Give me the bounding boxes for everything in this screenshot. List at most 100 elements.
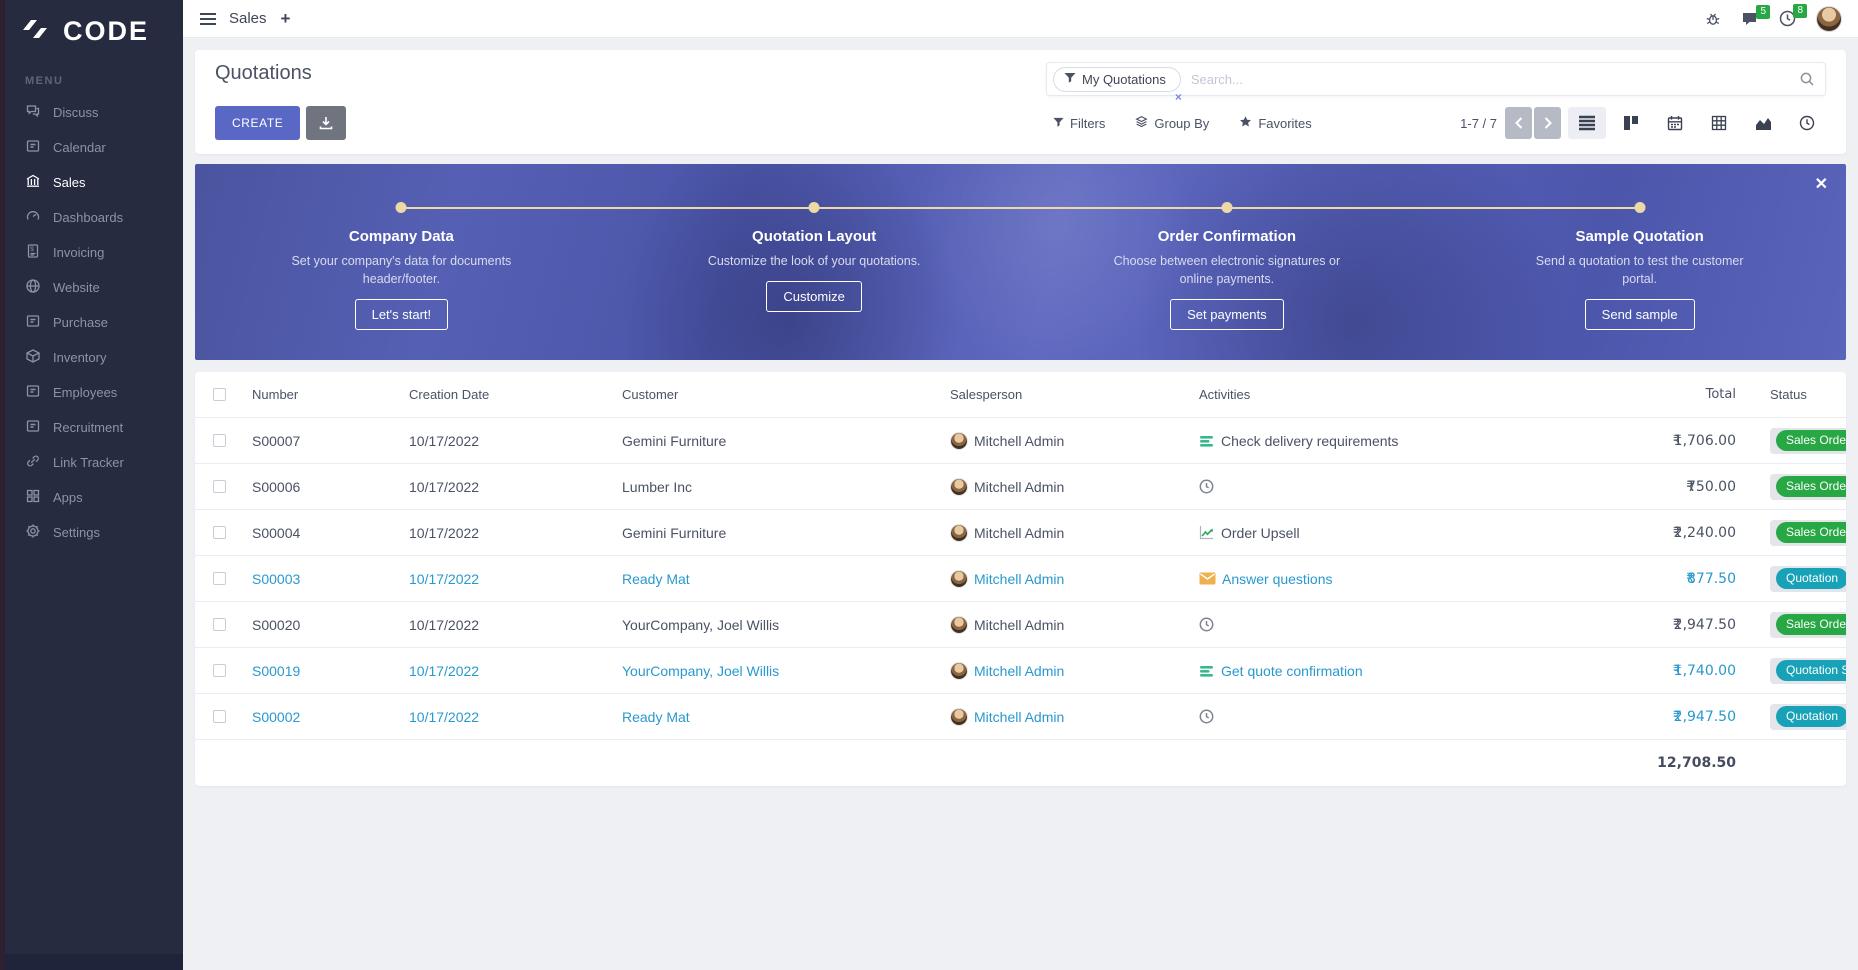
favorites-button[interactable]: Favorites: [1239, 115, 1311, 131]
activity-cell[interactable]: Order Upsell: [1190, 525, 1566, 541]
sidebar-item-settings[interactable]: Settings: [5, 515, 183, 550]
column-header-status[interactable]: Status: [1740, 387, 1846, 402]
logo-icon: [21, 17, 55, 46]
customer-name: Ready Mat: [613, 571, 941, 587]
employees-icon: [25, 383, 41, 402]
sidebar-item-sales[interactable]: Sales: [5, 165, 183, 200]
menu-label: MENU: [5, 61, 183, 95]
facet-remove-icon[interactable]: ×: [1175, 90, 1182, 104]
column-header-total[interactable]: Total: [1566, 387, 1740, 402]
table-row[interactable]: S00003 10/17/2022 Ready Mat Mitchell Adm…: [195, 556, 1846, 602]
table-row[interactable]: S00004 10/17/2022 Gemini Furniture Mitch…: [195, 510, 1846, 556]
group-by-button[interactable]: Group By: [1135, 115, 1209, 131]
row-checkbox[interactable]: [213, 480, 226, 493]
total-amount: ₹2,947.50: [1566, 709, 1740, 725]
set-payments-button[interactable]: Set payments: [1170, 299, 1284, 330]
main-area: Sales + 5 8 Quotations My Quotations ×: [183, 0, 1858, 970]
search-options: Filters Group By Favorites: [1053, 115, 1312, 131]
sidebar-item-employees[interactable]: Employees: [5, 375, 183, 410]
kanban-view-button[interactable]: [1612, 107, 1650, 139]
send-sample-button[interactable]: Send sample: [1585, 299, 1695, 330]
pivot-view-button[interactable]: [1700, 107, 1738, 139]
sidebar-item-calendar[interactable]: Calendar: [5, 130, 183, 165]
activity-cell[interactable]: Check delivery requirements: [1190, 433, 1566, 449]
table-row[interactable]: S00019 10/17/2022 YourCompany, Joel Will…: [195, 648, 1846, 694]
search-icon[interactable]: [1799, 71, 1815, 92]
pager-next-button[interactable]: [1534, 107, 1561, 139]
export-download-button[interactable]: [306, 106, 346, 140]
list-view-button[interactable]: [1568, 107, 1606, 139]
select-all-checkbox[interactable]: [213, 388, 226, 401]
row-checkbox[interactable]: [213, 526, 226, 539]
sidebar-item-purchase[interactable]: Purchase: [5, 305, 183, 340]
sidebar-item-recruitment[interactable]: Recruitment: [5, 410, 183, 445]
customer-name: Gemini Furniture: [613, 525, 941, 541]
sidebar-item-label: Link Tracker: [53, 455, 124, 470]
status-badge: Quotation Sent: [1770, 658, 1846, 684]
row-checkbox[interactable]: [213, 710, 226, 723]
sidebar-item-invoicing[interactable]: $ Invoicing: [5, 235, 183, 270]
row-checkbox[interactable]: [213, 434, 226, 447]
svg-text:$: $: [30, 246, 34, 253]
row-checkbox[interactable]: [213, 572, 226, 585]
activity-cell[interactable]: [1190, 617, 1566, 632]
messages-icon[interactable]: 5: [1741, 11, 1759, 27]
debug-bug-icon[interactable]: [1705, 11, 1721, 27]
sidebar-item-inventory[interactable]: Inventory: [5, 340, 183, 375]
table-row[interactable]: S00006 10/17/2022 Lumber Inc Mitchell Ad…: [195, 464, 1846, 510]
salesperson-avatar: [950, 524, 968, 542]
sidebar-item-website[interactable]: Website: [5, 270, 183, 305]
column-header-activities[interactable]: Activities: [1190, 387, 1566, 402]
search-bar[interactable]: My Quotations × Search...: [1046, 62, 1826, 96]
status-badge: Sales Order: [1770, 520, 1846, 546]
settings-icon: [25, 523, 41, 542]
activity-cell[interactable]: [1190, 709, 1566, 724]
table-row[interactable]: S00020 10/17/2022 YourCompany, Joel Will…: [195, 602, 1846, 648]
sidebar-item-label: Employees: [53, 385, 117, 400]
salesperson-name: Mitchell Admin: [974, 617, 1064, 633]
column-header-number[interactable]: Number: [243, 387, 400, 402]
table-header-row: Number Creation Date Customer Salesperso…: [195, 372, 1846, 418]
search-facet[interactable]: My Quotations ×: [1053, 67, 1181, 92]
sidebar-item-discuss[interactable]: Discuss: [5, 95, 183, 130]
user-avatar[interactable]: [1816, 6, 1842, 32]
onboarding-step-company-data: Company Data Set your company's data for…: [195, 164, 608, 360]
total-amount: ₹2,240.00: [1566, 525, 1740, 541]
graph-view-button[interactable]: [1744, 107, 1782, 139]
table-row[interactable]: S00007 10/17/2022 Gemini Furniture Mitch…: [195, 418, 1846, 464]
search-input[interactable]: Search...: [1191, 72, 1791, 87]
hamburger-menu-icon[interactable]: [199, 12, 217, 26]
activity-clock-icon: [1199, 479, 1214, 494]
app-name[interactable]: Sales: [229, 10, 267, 27]
quotation-number: S00019: [243, 663, 400, 679]
column-header-customer[interactable]: Customer: [613, 387, 941, 402]
customize-button[interactable]: Customize: [766, 281, 861, 312]
sidebar-item-dashboards[interactable]: Dashboards: [5, 200, 183, 235]
activity-cell[interactable]: [1190, 479, 1566, 494]
sidebar: CODE MENU Discuss Calendar Sales Dashboa…: [5, 0, 183, 970]
sidebar-item-apps[interactable]: Apps: [5, 480, 183, 515]
row-checkbox[interactable]: [213, 664, 226, 677]
activity-chart-icon: [1199, 525, 1215, 540]
filters-button[interactable]: Filters: [1053, 116, 1105, 131]
row-checkbox[interactable]: [213, 618, 226, 631]
activity-cell[interactable]: Get quote confirmation: [1190, 663, 1566, 679]
new-tab-button[interactable]: +: [281, 9, 291, 29]
creation-date: 10/17/2022: [400, 525, 613, 541]
status-badge: Quotation: [1770, 566, 1846, 592]
column-header-creation-date[interactable]: Creation Date: [400, 387, 613, 402]
column-header-salesperson[interactable]: Salesperson: [941, 387, 1190, 402]
pager-previous-button[interactable]: [1505, 107, 1532, 139]
create-button[interactable]: CREATE: [215, 106, 300, 140]
pager-range: 1-7 / 7: [1460, 116, 1497, 131]
table-row[interactable]: S00002 10/17/2022 Ready Mat Mitchell Adm…: [195, 694, 1846, 740]
inventory-icon: [25, 348, 41, 367]
sidebar-item-label: Website: [53, 280, 100, 295]
lets-start-button[interactable]: Let's start!: [355, 299, 449, 330]
calendar-view-button[interactable]: [1656, 107, 1694, 139]
activity-view-button[interactable]: [1788, 107, 1826, 139]
sidebar-item-link-tracker[interactable]: Link Tracker: [5, 445, 183, 480]
apps-icon: [25, 488, 41, 507]
activity-cell[interactable]: Answer questions: [1190, 571, 1566, 587]
activities-clock-icon[interactable]: 8: [1779, 10, 1796, 27]
